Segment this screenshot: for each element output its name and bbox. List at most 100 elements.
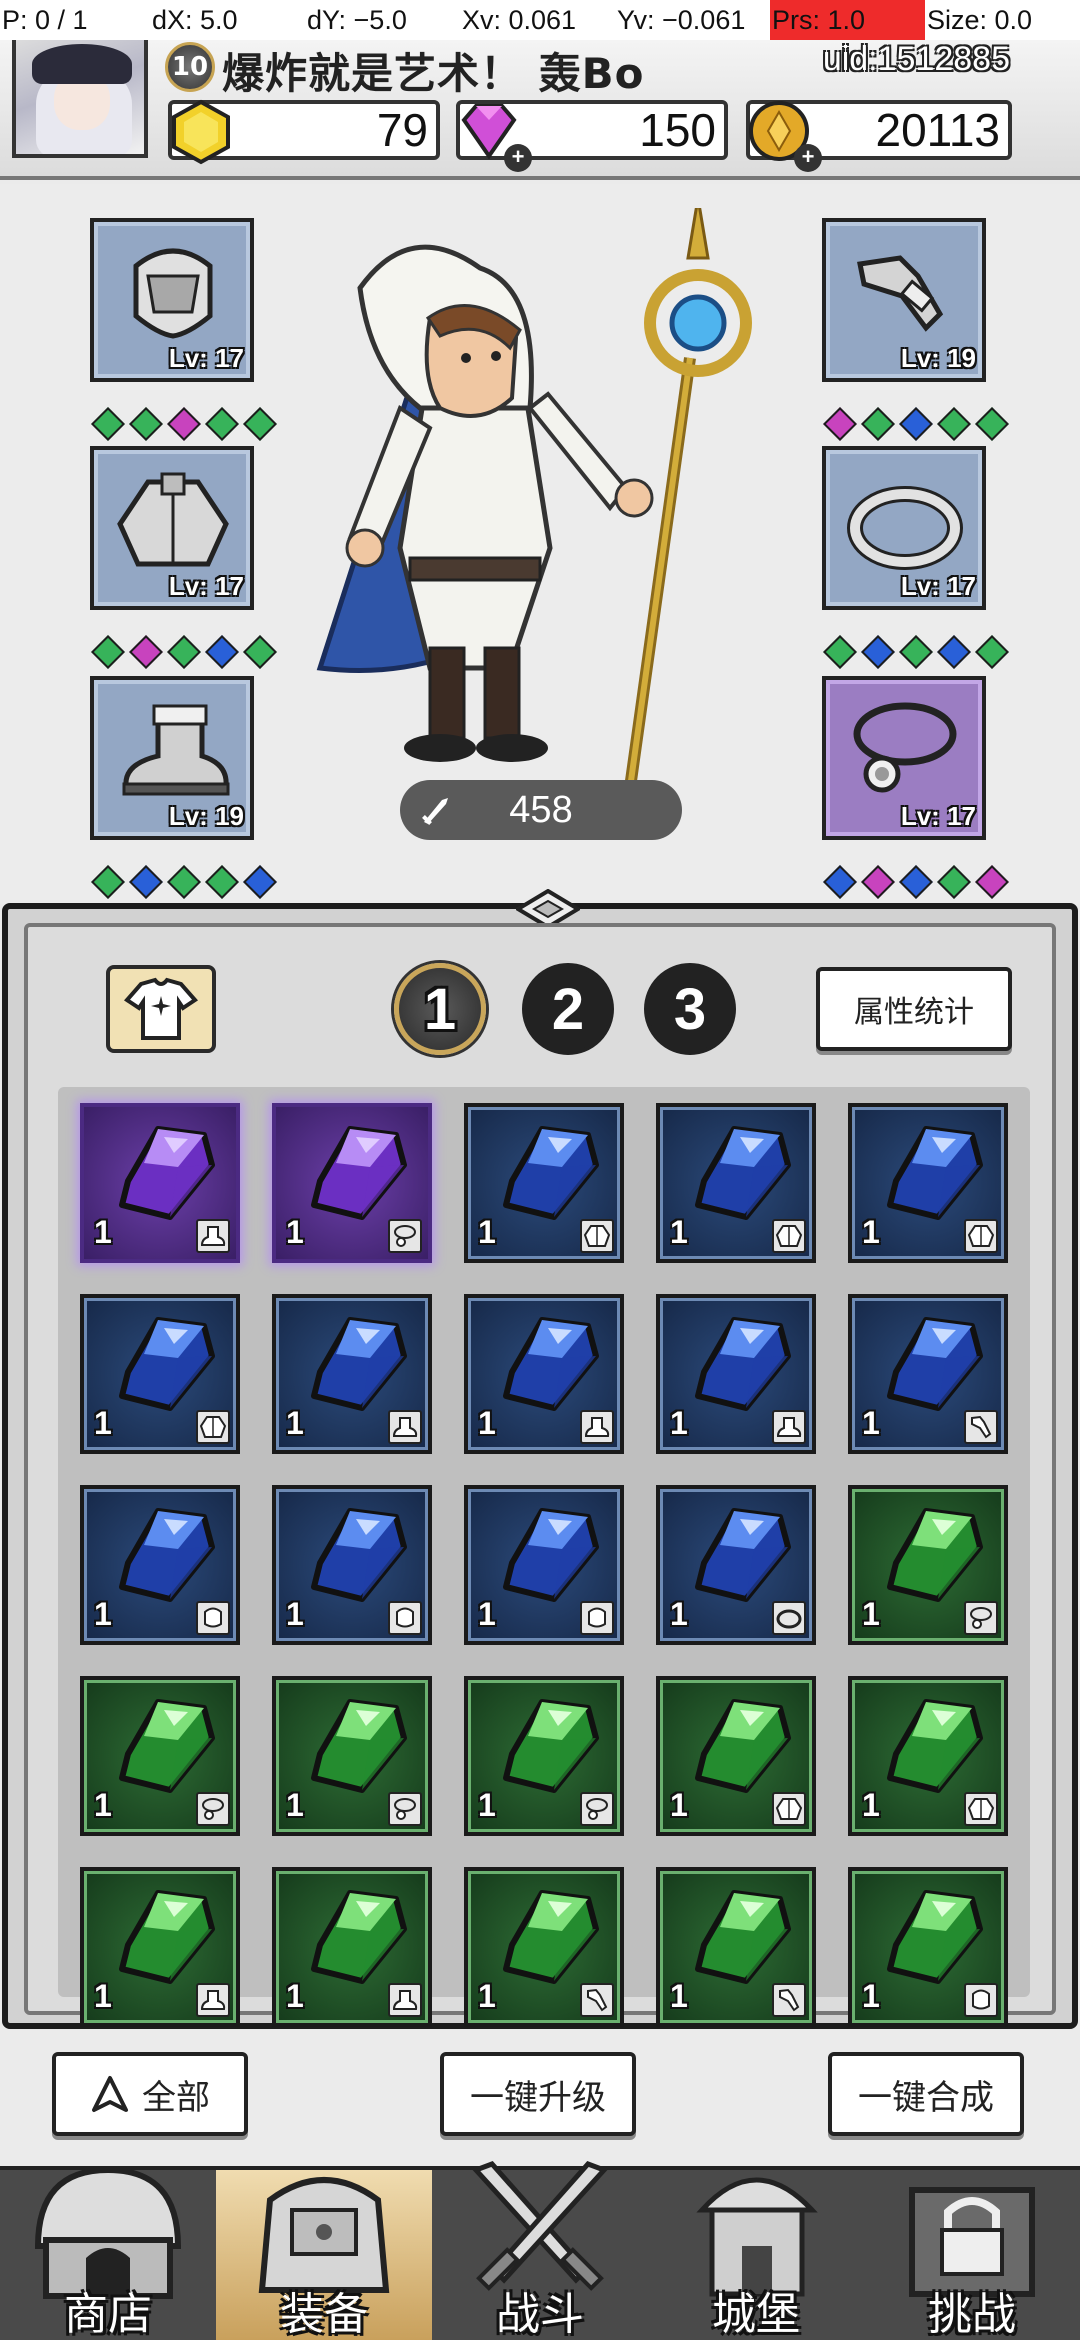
equip-slot-helmet[interactable]: Lv: 17 bbox=[90, 218, 254, 382]
equip-slot-necklace[interactable]: Lv: 17 bbox=[822, 676, 986, 840]
gem-slot[interactable]: 1 bbox=[80, 1676, 240, 1836]
slot-tag bbox=[964, 1792, 998, 1826]
slot-tag bbox=[964, 1983, 998, 2017]
necklace-icon bbox=[394, 1798, 416, 1820]
gem-slot[interactable]: 1 bbox=[272, 1103, 432, 1263]
equip-slot-boots[interactable]: Lv: 19 bbox=[90, 676, 254, 840]
gem-slot[interactable]: 1 bbox=[272, 1867, 432, 2027]
gem-slot[interactable]: 1 bbox=[80, 1485, 240, 1645]
gem-count: 1 bbox=[670, 1405, 688, 1441]
bracer-gem-sockets bbox=[823, 406, 1009, 442]
triangle-up-icon bbox=[92, 2076, 128, 2112]
inventory-frame: 1 2 3 属性统计 1 1 1 1 1 1 1 1 1 1 1 1 1 1 1 1 1 1 1 1 1 1 1 1 1 bbox=[24, 923, 1056, 2027]
debug-dx: dX: 5.0 bbox=[152, 5, 238, 35]
ring-icon bbox=[847, 486, 963, 570]
green-gem-icon bbox=[503, 1699, 599, 1793]
nav-shop[interactable]: 商店 bbox=[0, 2166, 216, 2340]
equip-slot-bracer[interactable]: Lv: 19 bbox=[822, 218, 986, 382]
filter-all-button[interactable]: 全部 bbox=[52, 2052, 248, 2136]
gem-slot[interactable]: 1 bbox=[464, 1485, 624, 1645]
add-gem-icon[interactable]: + bbox=[504, 144, 532, 172]
coin-currency[interactable]: + 20113 bbox=[746, 100, 1012, 172]
equip-level: Lv: 17 bbox=[900, 801, 976, 831]
blue-gem-icon bbox=[887, 1317, 983, 1411]
necklace-icon bbox=[853, 702, 957, 793]
gem-socket bbox=[823, 407, 857, 441]
gem-slot[interactable]: 1 bbox=[656, 1103, 816, 1263]
equip-slot-ring[interactable]: Lv: 17 bbox=[822, 446, 986, 610]
slot-tag bbox=[964, 1601, 998, 1635]
page-tab-2[interactable]: 2 bbox=[522, 963, 614, 1055]
nav-equipment[interactable]: 装备 bbox=[216, 2170, 432, 2340]
bracer-icon bbox=[971, 1415, 992, 1439]
gem-count: 1 bbox=[478, 1787, 496, 1823]
nav-challenge-label: 挑战 bbox=[928, 2289, 1016, 2340]
necklace-icon bbox=[586, 1798, 608, 1820]
green-gem-icon bbox=[887, 1508, 983, 1602]
bracer-icon bbox=[857, 255, 944, 332]
gem-slot[interactable]: 1 bbox=[656, 1867, 816, 2027]
gem-slot[interactable]: 1 bbox=[656, 1676, 816, 1836]
gem-socket bbox=[823, 865, 857, 899]
gem-slot[interactable]: 1 bbox=[464, 1867, 624, 2027]
gem-slot[interactable]: 1 bbox=[848, 1294, 1008, 1454]
gem-slot[interactable]: 1 bbox=[272, 1294, 432, 1454]
gem-socket bbox=[129, 865, 163, 899]
boots-icon bbox=[200, 1990, 226, 2010]
gem-slot[interactable]: 1 bbox=[80, 1103, 240, 1263]
gem-slot[interactable]: 1 bbox=[848, 1103, 1008, 1263]
gem-slot[interactable]: 1 bbox=[464, 1294, 624, 1454]
gem-slot[interactable]: 1 bbox=[848, 1867, 1008, 2027]
gem-count: 1 bbox=[94, 1978, 112, 2014]
helmet-gem-sockets bbox=[91, 406, 277, 442]
gem-slot[interactable]: 1 bbox=[272, 1676, 432, 1836]
armor-icon bbox=[967, 1798, 995, 1820]
gem-count: 1 bbox=[862, 1978, 880, 2014]
avatar[interactable] bbox=[12, 34, 148, 158]
slot-tag bbox=[196, 1219, 230, 1253]
equip-level: Lv: 19 bbox=[168, 801, 244, 831]
gem-count: 1 bbox=[286, 1214, 304, 1250]
debug-pressure: Prs: 1.0 bbox=[770, 0, 925, 40]
purple-gem-icon bbox=[119, 1126, 215, 1220]
one-click-merge-button[interactable]: 一键合成 bbox=[828, 2052, 1024, 2136]
equip-slot-armor[interactable]: Lv: 17 bbox=[90, 446, 254, 610]
debug-size: Size: 0.0 bbox=[927, 5, 1033, 35]
gem-currency[interactable]: + 150 bbox=[456, 100, 728, 172]
equipment-filter-button[interactable] bbox=[106, 965, 216, 1053]
one-click-upgrade-button[interactable]: 一键升级 bbox=[440, 2052, 636, 2136]
page-tab-3[interactable]: 3 bbox=[644, 963, 736, 1055]
green-gem-icon bbox=[119, 1699, 215, 1793]
gem-socket bbox=[167, 865, 201, 899]
gem-slot[interactable]: 1 bbox=[464, 1103, 624, 1263]
boots-icon bbox=[776, 1417, 802, 1437]
slot-tag bbox=[196, 1792, 230, 1826]
equip-level: Lv: 17 bbox=[168, 571, 244, 601]
nav-castle[interactable]: 城堡 bbox=[648, 2170, 864, 2340]
gem-socket bbox=[899, 865, 933, 899]
armor-icon bbox=[775, 1225, 803, 1247]
gem-slot[interactable]: 1 bbox=[272, 1485, 432, 1645]
green-gem-icon bbox=[695, 1699, 791, 1793]
nav-battle[interactable]: 战斗 bbox=[432, 2161, 648, 2340]
hero-character[interactable] bbox=[280, 208, 800, 808]
add-coin-icon[interactable]: + bbox=[794, 144, 822, 172]
gem-slot[interactable]: 1 bbox=[464, 1676, 624, 1836]
blue-gem-icon bbox=[695, 1126, 791, 1220]
slot-tag bbox=[772, 1792, 806, 1826]
attribute-stats-button[interactable]: 属性统计 bbox=[816, 967, 1012, 1051]
gem-socket bbox=[243, 865, 277, 899]
gem-socket bbox=[91, 407, 125, 441]
page-tab-1[interactable]: 1 bbox=[394, 963, 486, 1055]
nav-challenge[interactable]: 挑战 bbox=[864, 2170, 1080, 2340]
green-gem-icon bbox=[119, 1890, 215, 1984]
gem-slot[interactable]: 1 bbox=[656, 1294, 816, 1454]
helmet-icon bbox=[204, 1607, 222, 1628]
gem-slot[interactable]: 1 bbox=[80, 1294, 240, 1454]
slot-tag bbox=[580, 1983, 614, 2017]
gem-slot[interactable]: 1 bbox=[848, 1485, 1008, 1645]
gem-slot[interactable]: 1 bbox=[848, 1676, 1008, 1836]
armor-icon bbox=[967, 1225, 995, 1247]
gem-slot[interactable]: 1 bbox=[656, 1485, 816, 1645]
gem-slot[interactable]: 1 bbox=[80, 1867, 240, 2027]
